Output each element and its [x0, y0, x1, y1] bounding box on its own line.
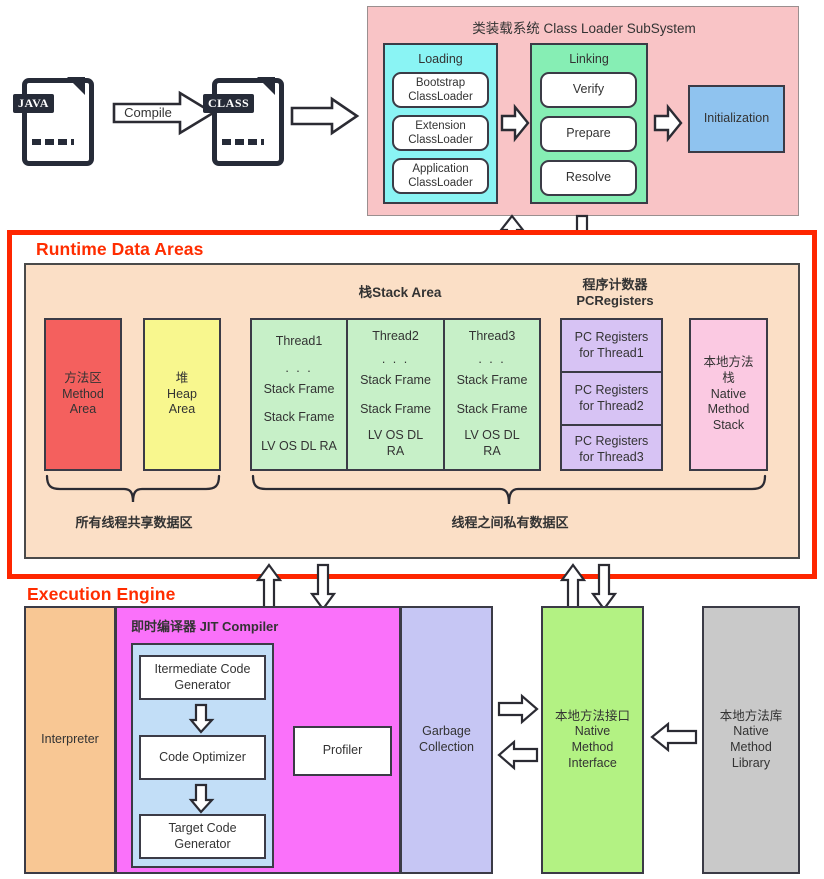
nml-to-nmi-arrow: [650, 721, 698, 753]
thread3-box: Thread3 . . . Stack Frame Stack Frame LV…: [444, 318, 541, 471]
loading-to-linking-arrow: [500, 103, 530, 143]
extension-classloader-label: Extension ClassLoader: [408, 119, 473, 146]
intermediate-code-generator-box: Itermediate Code Generator: [139, 655, 266, 700]
interpreter-label: Interpreter: [41, 732, 99, 747]
resolve-box: Resolve: [540, 160, 637, 196]
thread1-ellipsis: . . .: [285, 360, 313, 375]
shared-data-brace: [44, 474, 222, 506]
thread1-frame-2: Stack Frame: [263, 410, 335, 425]
application-classloader-box: Application ClassLoader: [392, 158, 489, 194]
pc-registers-thread2-cell: PC Registers for Thread2: [562, 373, 661, 426]
thread2-slots: LV OS DL RA: [367, 428, 424, 458]
compile-arrow: Compile: [112, 90, 216, 136]
extension-classloader-box: Extension ClassLoader: [392, 115, 489, 151]
target-code-generator-box: Target Code Generator: [139, 814, 266, 859]
pc-registers-box: PC Registers for Thread1 PC Registers fo…: [560, 318, 663, 471]
native-method-library-box: 本地方法库 Native Method Library: [702, 606, 800, 874]
code-optimizer-box: Code Optimizer: [139, 735, 266, 780]
heap-area-label: 堆 Heap Area: [167, 370, 197, 417]
initialization-label: Initialization: [703, 111, 770, 126]
thread2-frame-2: Stack Frame: [360, 401, 431, 416]
resolve-label: Resolve: [565, 170, 612, 185]
interpreter-box: Interpreter: [24, 606, 116, 874]
shared-data-label: 所有线程共享数据区: [75, 514, 193, 530]
private-data-brace: [250, 474, 768, 508]
jit-stage-arrow-1: [188, 703, 215, 734]
thread2-box: Thread2 . . . Stack Frame Stack Frame LV…: [347, 318, 444, 471]
class-file-label: CLASS: [203, 94, 255, 113]
garbage-collection-label: Garbage Collection: [419, 724, 474, 754]
jit-stage-arrow-2: [188, 783, 215, 814]
jit-compiler-title: 即时编译器 JIT Compiler: [131, 619, 279, 634]
linking-title: Linking: [569, 52, 609, 67]
class-file-fold: [257, 77, 275, 95]
native-method-stack-label: 本地方法 栈 Native Method Stack: [703, 355, 754, 433]
compile-arrow-label: Compile: [124, 104, 172, 120]
method-area-label: 方法区 Method Area: [62, 370, 104, 417]
native-method-interface-label: 本地方法接口 Native Method Interface: [554, 708, 630, 770]
thread1-box: Thread1 . . . Stack Frame Stack Frame LV…: [250, 318, 347, 471]
code-optimizer-label: Code Optimizer: [159, 749, 246, 764]
execution-engine-section-label: Execution Engine: [27, 584, 176, 604]
initialization-box: Initialization: [688, 85, 785, 153]
runtime-to-engine-up-arrow-right: [559, 563, 587, 611]
method-area-box: 方法区 Method Area: [44, 318, 122, 471]
native-method-interface-box: 本地方法接口 Native Method Interface: [541, 606, 644, 874]
pc-registers-thread3-label: PC Registers for Thread3: [574, 433, 649, 464]
profiler-label: Profiler: [322, 743, 363, 758]
thread1-frame-1: Stack Frame: [263, 381, 335, 396]
thread3-frame-1: Stack Frame: [456, 372, 528, 387]
pc-registers-thread1-label: PC Registers for Thread1: [574, 329, 649, 360]
runtime-to-engine-down-arrow-right: [590, 563, 618, 611]
bootstrap-classloader-label: Bootstrap ClassLoader: [408, 76, 473, 103]
runtime-to-engine-up-arrow-left: [255, 563, 283, 611]
verify-label: Verify: [572, 82, 605, 97]
bootstrap-classloader-box: Bootstrap ClassLoader: [392, 72, 489, 108]
thread3-slots: LV OS DL RA: [464, 428, 520, 458]
runtime-to-engine-down-arrow-left: [309, 563, 337, 611]
thread3-ellipsis: . . .: [478, 352, 506, 366]
thread1-name: Thread1: [275, 334, 323, 349]
native-method-stack-box: 本地方法 栈 Native Method Stack: [689, 318, 768, 471]
stack-area-title: 栈Stack Area: [358, 284, 442, 300]
prepare-label: Prepare: [566, 126, 611, 141]
linking-to-initialization-arrow: [653, 103, 683, 143]
gc-to-nmi-arrow: [497, 693, 539, 725]
class-loader-title: 类装载系统 Class Loader SubSystem: [472, 20, 696, 36]
pc-registers-title: 程序计数器 PCRegisters: [576, 276, 654, 308]
class-file-icon: CLASS: [203, 77, 284, 166]
thread1-slots: LV OS DL RA: [261, 439, 337, 454]
load-arrow: [290, 96, 360, 136]
nmi-to-gc-arrow: [497, 739, 539, 771]
loading-title: Loading: [418, 52, 463, 67]
jvm-architecture-diagram: JAVA Compile CLASS 类装载系统 Class Loader Su…: [0, 0, 824, 879]
pc-registers-thread3-cell: PC Registers for Thread3: [562, 426, 661, 473]
runtime-data-areas-section-label: Runtime Data Areas: [36, 239, 204, 259]
intermediate-code-generator-label: Itermediate Code Generator: [154, 661, 251, 692]
prepare-box: Prepare: [540, 116, 637, 152]
java-file-label: JAVA: [13, 94, 54, 113]
thread2-name: Thread2: [372, 329, 419, 344]
application-classloader-label: Application ClassLoader: [408, 162, 473, 189]
garbage-collection-box: Garbage Collection: [400, 606, 493, 874]
profiler-box: Profiler: [293, 726, 392, 776]
native-method-library-label: 本地方法库 Native Method Library: [719, 708, 783, 770]
private-data-label: 线程之间私有数据区: [451, 514, 569, 530]
java-file-icon: JAVA: [13, 77, 94, 166]
pc-registers-thread2-label: PC Registers for Thread2: [574, 382, 649, 413]
target-code-generator-label: Target Code Generator: [168, 820, 237, 851]
java-file-dashes: [32, 139, 74, 145]
verify-box: Verify: [540, 72, 637, 108]
class-file-dashes: [222, 139, 264, 145]
thread3-frame-2: Stack Frame: [456, 401, 528, 416]
thread2-frame-1: Stack Frame: [360, 372, 431, 387]
pc-registers-thread1-cell: PC Registers for Thread1: [562, 320, 661, 373]
heap-area-box: 堆 Heap Area: [143, 318, 221, 471]
thread3-name: Thread3: [468, 329, 516, 344]
thread2-ellipsis: . . .: [381, 352, 410, 366]
java-file-fold: [67, 77, 85, 95]
